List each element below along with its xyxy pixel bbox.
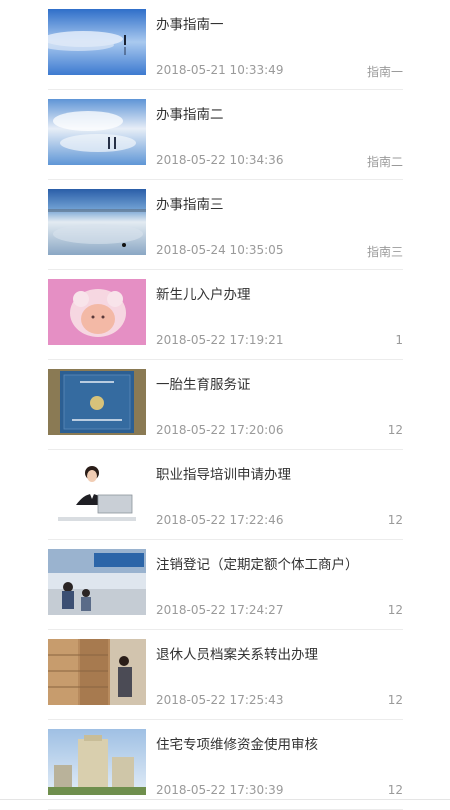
item-title: 办事指南二: [156, 107, 224, 123]
item-date: 2018-05-22 17:24:27: [156, 603, 284, 617]
salt-flat-person-photo: [48, 9, 146, 75]
list-item[interactable]: 住宅专项维修资金使用审核 2018-05-22 17:30:39 12: [48, 720, 403, 810]
list-item[interactable]: 办事指南三 2018-05-24 10:35:05 指南三: [48, 180, 403, 270]
salt-lake-photo: [48, 189, 146, 255]
item-title: 办事指南一: [156, 17, 224, 33]
item-date: 2018-05-21 10:33:49: [156, 63, 284, 77]
item-tag: 指南一: [366, 65, 403, 79]
list-item[interactable]: 职业指导培训申请办理 2018-05-22 17:22:46 12: [48, 450, 403, 540]
item-tag: 12: [387, 693, 403, 707]
item-date: 2018-05-22 17:19:21: [156, 333, 284, 347]
office-worker-photo: [48, 459, 146, 525]
list-item[interactable]: 办事指南二 2018-05-22 10:34:36 指南二: [48, 90, 403, 180]
item-tag: 指南二: [366, 155, 403, 169]
item-title: 新生儿入户办理: [156, 287, 251, 303]
item-tag: 12: [387, 423, 403, 437]
item-date: 2018-05-22 17:20:06: [156, 423, 284, 437]
list-item[interactable]: 一胎生育服务证 2018-05-22 17:20:06 12: [48, 360, 403, 450]
list-item[interactable]: 办事指南一 2018-05-21 10:33:49 指南一: [48, 0, 403, 90]
item-title: 退休人员档案关系转出办理: [156, 647, 318, 663]
item-date: 2018-05-24 10:35:05: [156, 243, 284, 257]
certificate-photo: [48, 369, 146, 435]
list-item[interactable]: 退休人员档案关系转出办理 2018-05-22 17:25:43 12: [48, 630, 403, 720]
archive-room-photo: [48, 639, 146, 705]
salt-flat-couple-photo: [48, 99, 146, 165]
item-title: 住宅专项维修资金使用审核: [156, 737, 318, 753]
item-title: 注销登记（定期定额个体工商户）: [156, 557, 359, 573]
service-hall-photo: [48, 549, 146, 615]
item-tag: 12: [387, 513, 403, 527]
item-title: 办事指南三: [156, 197, 224, 213]
item-tag: 指南三: [366, 245, 403, 259]
item-date: 2018-05-22 17:30:39: [156, 783, 284, 797]
item-title: 一胎生育服务证: [156, 377, 251, 393]
baby-photo: [48, 279, 146, 345]
item-tag: 12: [387, 783, 403, 797]
building-photo: [48, 729, 146, 795]
item-date: 2018-05-22 10:34:36: [156, 153, 284, 167]
item-tag: 1: [395, 333, 403, 347]
item-title: 职业指导培训申请办理: [156, 467, 291, 483]
news-list: 办事指南一 2018-05-21 10:33:49 指南一 办事指南二 2018…: [48, 0, 403, 810]
list-item[interactable]: 新生儿入户办理 2018-05-22 17:19:21 1: [48, 270, 403, 360]
item-date: 2018-05-22 17:25:43: [156, 693, 284, 707]
list-item[interactable]: 注销登记（定期定额个体工商户） 2018-05-22 17:24:27 12: [48, 540, 403, 630]
item-tag: 12: [387, 603, 403, 617]
item-date: 2018-05-22 17:22:46: [156, 513, 284, 527]
